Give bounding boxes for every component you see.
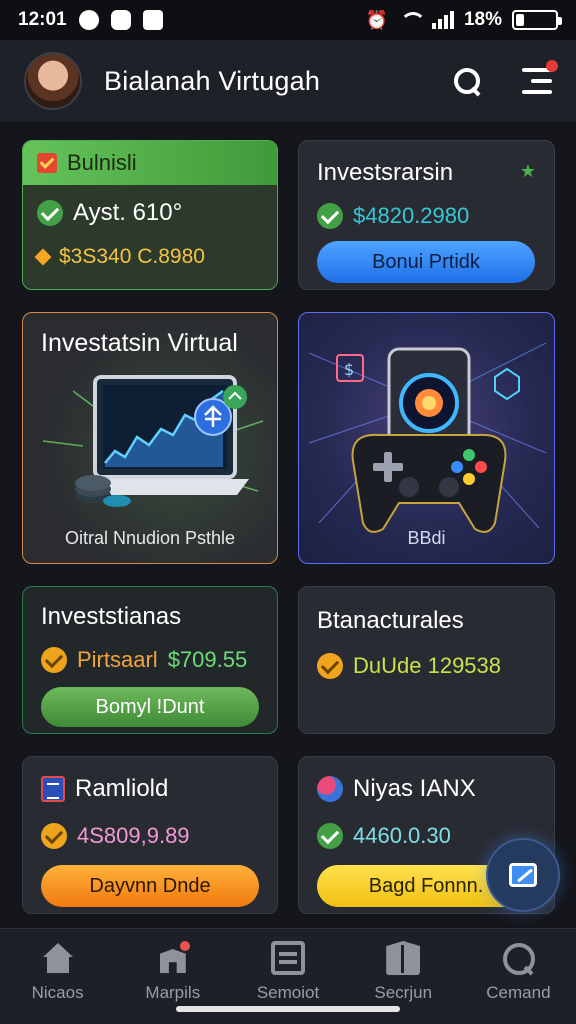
diamond-icon	[34, 248, 52, 266]
book-icon	[386, 941, 421, 975]
battery-icon	[512, 10, 562, 30]
bonus-button[interactable]: Bonui Prtidk	[317, 241, 535, 283]
list-icon	[41, 776, 65, 802]
budget-line2: $3S340 C.8980	[59, 245, 205, 268]
status-bar: 12:01 ⏰ 18%	[0, 0, 576, 40]
game-caption: BBdi	[407, 528, 446, 548]
check-icon	[317, 653, 343, 679]
edit-fab-button[interactable]	[486, 838, 560, 912]
app-notification-icon	[110, 10, 131, 30]
nav-label: Nicaos	[31, 983, 84, 1002]
status-time: 12:01	[18, 9, 67, 30]
branch-value: DuUde 129538	[353, 653, 502, 678]
home-icon	[41, 941, 75, 975]
virtual-title: Investatsin Virtual	[41, 329, 238, 357]
alarm-icon: ⏰	[365, 9, 388, 30]
app-header: Bialanah Virtugah	[0, 40, 576, 122]
home-indicator[interactable]	[176, 1006, 400, 1012]
laptop-chart-illustration	[42, 375, 264, 507]
phone-gamepad-illustration: $	[309, 342, 546, 533]
bonus-button-green[interactable]: Bomyl !Dunt	[41, 687, 259, 727]
check-icon	[317, 203, 343, 229]
document-icon	[271, 941, 305, 975]
budget-title: Bulnisli	[67, 150, 137, 175]
edit-icon	[509, 863, 537, 887]
battery-percent: 18%	[463, 9, 502, 30]
budget-card[interactable]: Bulnisli Ayst. 610° $3S340 C.8980	[22, 140, 278, 290]
flag-icon	[37, 153, 57, 173]
investments-title: Investstianas	[41, 603, 182, 630]
download-button[interactable]: Dayvnn Dnde	[41, 865, 259, 907]
wifi-icon	[398, 12, 426, 28]
notification-dot	[546, 60, 558, 72]
investments-label: Pirtsaarl	[77, 647, 158, 672]
nivas-title: Niyas IANX	[353, 775, 476, 802]
investment-card[interactable]: Investsrarsin ★ $4820.2980 Bonui Prtidk	[298, 140, 555, 290]
branch-title: Btanacturales	[317, 607, 464, 634]
signal-icon	[431, 11, 454, 29]
investments-amount: $709.55	[167, 647, 248, 672]
nivas-value: 4460.0.30	[353, 823, 451, 848]
branch-card[interactable]: Btanacturales DuUde 129538	[298, 586, 555, 734]
investment-value: $4820.2980	[353, 203, 470, 228]
mail-icon	[142, 10, 163, 30]
investment-title: Investsrarsin	[317, 159, 454, 186]
virtual-investment-card[interactable]: Investatsin Virtual Oitral Nnudion Psthl…	[22, 312, 278, 564]
svg-text:$: $	[344, 360, 354, 379]
budget-line1: Ayst. 610°	[73, 199, 183, 226]
nav-label: Secrjun	[374, 983, 433, 1002]
check-icon	[41, 823, 67, 849]
check-icon	[37, 200, 63, 226]
investments-card[interactable]: Investstianas Pirtsaarl $709.55 Bomyl !D…	[22, 586, 278, 734]
nav-label: Cemand	[486, 983, 551, 1002]
menu-icon[interactable]	[522, 60, 558, 94]
nav-item-home[interactable]: Nicaos	[0, 929, 115, 1024]
star-icon: ★	[519, 161, 536, 181]
check-icon	[41, 647, 67, 673]
ramblings-card[interactable]: Ramliold 4S809,9.89 Dayvnn Dnde	[22, 756, 278, 914]
virtual-caption: Oitral Nnudion Psthle	[64, 528, 236, 548]
ramblings-title: Ramliold	[75, 775, 169, 802]
avatar[interactable]	[24, 52, 82, 110]
game-card[interactable]: $ BBdi	[298, 312, 555, 564]
nav-item-command[interactable]: Cemand	[461, 929, 576, 1024]
ramblings-value: 4S809,9.89	[77, 823, 190, 848]
map-icon	[156, 941, 190, 975]
notification-icon	[78, 10, 99, 30]
search-icon[interactable]	[452, 66, 482, 96]
nav-label: Semoiot	[256, 983, 320, 1002]
app-title: Bialanah Virtugah	[104, 65, 321, 96]
check-icon	[317, 823, 343, 849]
nav-label: Marpils	[145, 983, 201, 1002]
heart-icon	[317, 776, 343, 802]
search-icon	[501, 941, 536, 975]
